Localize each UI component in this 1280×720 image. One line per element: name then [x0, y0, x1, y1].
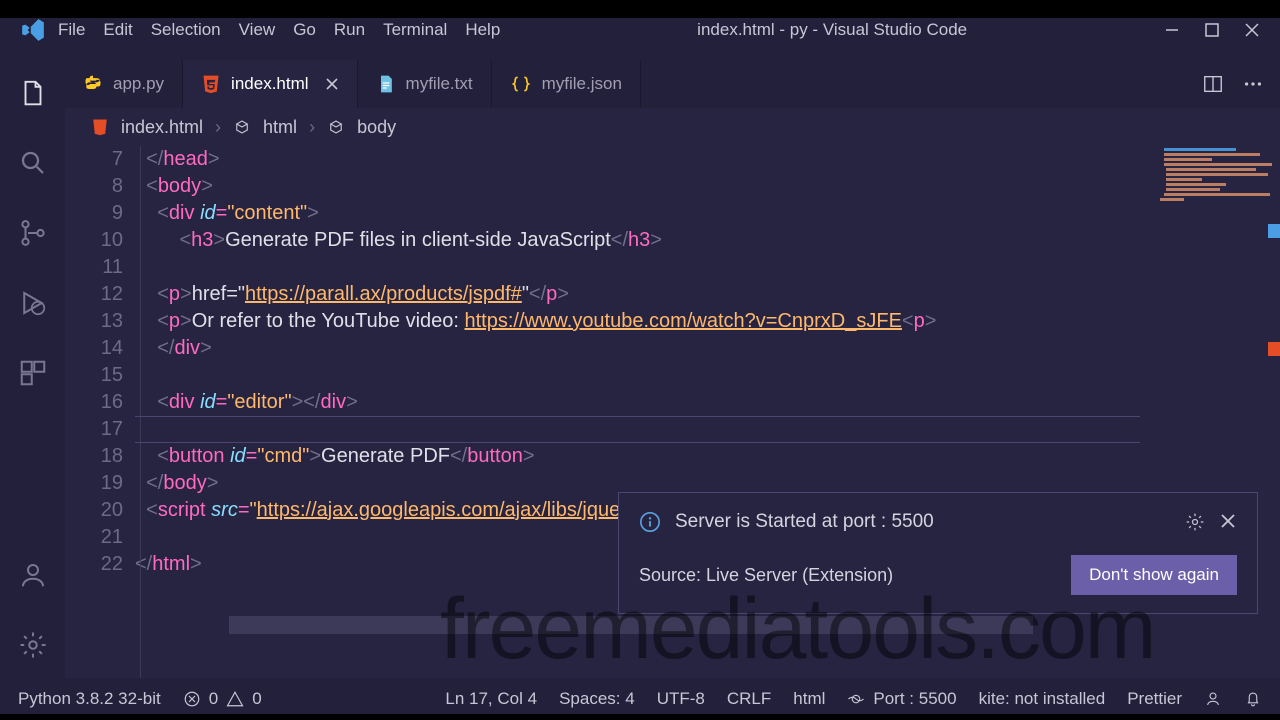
tab-index-html[interactable]: index.html — [183, 60, 357, 108]
chevron-right-icon: › — [215, 117, 221, 138]
tab-label: index.html — [231, 74, 308, 94]
split-editor-icon[interactable] — [1202, 73, 1224, 95]
html-icon — [91, 118, 109, 136]
menu-go[interactable]: Go — [293, 20, 316, 40]
menu-selection[interactable]: Selection — [151, 20, 221, 40]
status-kite[interactable]: kite: not installed — [979, 689, 1106, 709]
tab-myfile-txt[interactable]: myfile.txt — [358, 60, 492, 108]
code-line[interactable] — [135, 254, 1280, 281]
horizontal-scrollbar[interactable] — [229, 616, 1260, 634]
status-bell-icon[interactable] — [1244, 690, 1262, 708]
toast-dont-show-button[interactable]: Don't show again — [1071, 555, 1237, 595]
tab-label: myfile.json — [542, 74, 622, 94]
extensions-icon[interactable] — [18, 358, 48, 388]
code-line[interactable]: <div id="editor"></div> — [135, 389, 1280, 416]
code-line[interactable]: <div id="content"> — [135, 200, 1280, 227]
tab-app-py[interactable]: app.py — [65, 60, 183, 108]
scroll-marker — [1268, 342, 1280, 356]
status-eol[interactable]: CRLF — [727, 689, 771, 709]
status-encoding[interactable]: UTF-8 — [657, 689, 705, 709]
code-line[interactable]: <p>href="https://parall.ax/products/jspd… — [135, 281, 1280, 308]
breadcrumb[interactable]: index.html › html › body — [65, 108, 1280, 146]
menu-help[interactable]: Help — [465, 20, 500, 40]
source-control-icon[interactable] — [18, 218, 48, 248]
toast-source: Source: Live Server (Extension) — [639, 565, 893, 586]
close-icon[interactable] — [1244, 22, 1260, 38]
breadcrumb-file[interactable]: index.html — [121, 117, 203, 138]
accounts-icon[interactable] — [18, 560, 48, 590]
code-line[interactable]: <p>Or refer to the YouTube video: https:… — [135, 308, 1280, 335]
maximize-icon[interactable] — [1204, 22, 1220, 38]
code-line[interactable]: <body> — [135, 173, 1280, 200]
structure-icon — [327, 118, 345, 136]
toast-message: Server is Started at port : 5500 — [675, 511, 934, 533]
code-line[interactable]: <button id="cmd">Generate PDF</button> — [135, 443, 1280, 470]
status-live-server[interactable]: Port : 5500 — [847, 689, 956, 709]
explorer-icon[interactable] — [18, 78, 48, 108]
code-line[interactable] — [135, 362, 1280, 389]
menu-file[interactable]: File — [58, 20, 85, 40]
line-numbers: 78910111213141516171819202122 — [65, 146, 135, 678]
menu-terminal[interactable]: Terminal — [383, 20, 447, 40]
run-debug-icon[interactable] — [18, 288, 48, 318]
more-actions-icon[interactable] — [1242, 73, 1264, 95]
main-menu: File Edit Selection View Go Run Terminal… — [58, 20, 500, 40]
vscode-logo-icon — [8, 17, 58, 43]
minimap[interactable] — [1156, 146, 1276, 246]
editor-area: app.py index.html myfile.txt myfile.json — [65, 60, 1280, 678]
code-line[interactable]: </div> — [135, 335, 1280, 362]
breadcrumb-body[interactable]: body — [357, 117, 396, 138]
tab-label: app.py — [113, 74, 164, 94]
scroll-marker — [1268, 224, 1280, 238]
scrollbar-thumb[interactable] — [229, 616, 1033, 634]
breadcrumb-html[interactable]: html — [263, 117, 297, 138]
code-line[interactable]: </head> — [135, 146, 1280, 173]
menu-view[interactable]: View — [239, 20, 276, 40]
settings-gear-icon[interactable] — [18, 630, 48, 660]
text-file-icon — [376, 74, 396, 94]
status-port: Port : 5500 — [873, 689, 956, 709]
code-line[interactable]: <h3>Generate PDF files in client-side Ja… — [135, 227, 1280, 254]
chevron-right-icon: › — [309, 117, 315, 138]
status-cursor[interactable]: Ln 17, Col 4 — [445, 689, 537, 709]
status-language[interactable]: html — [793, 689, 825, 709]
status-python[interactable]: Python 3.8.2 32-bit — [18, 689, 161, 709]
window-title: index.html - py - Visual Studio Code — [500, 20, 1164, 40]
status-feedback-icon[interactable] — [1204, 690, 1222, 708]
notification-toast: Server is Started at port : 5500 Source:… — [618, 492, 1258, 614]
json-icon — [510, 74, 532, 94]
status-problems[interactable]: 0 0 — [183, 689, 262, 709]
error-count: 0 — [209, 689, 218, 709]
toast-settings-icon[interactable] — [1185, 512, 1205, 532]
tab-myfile-json[interactable]: myfile.json — [492, 60, 641, 108]
python-icon — [83, 74, 103, 94]
activity-bar — [0, 60, 65, 678]
menu-run[interactable]: Run — [334, 20, 365, 40]
warning-count: 0 — [252, 689, 261, 709]
structure-icon — [233, 118, 251, 136]
search-icon[interactable] — [18, 148, 48, 178]
status-prettier[interactable]: Prettier — [1127, 689, 1182, 709]
status-spaces[interactable]: Spaces: 4 — [559, 689, 635, 709]
html-icon — [201, 74, 221, 94]
menu-edit[interactable]: Edit — [103, 20, 132, 40]
tab-label: myfile.txt — [406, 74, 473, 94]
minimize-icon[interactable] — [1164, 22, 1180, 38]
toast-close-icon[interactable] — [1219, 512, 1237, 532]
tabs-bar: app.py index.html myfile.txt myfile.json — [65, 60, 1280, 108]
tab-close-icon[interactable] — [325, 77, 339, 91]
info-icon — [639, 511, 661, 533]
